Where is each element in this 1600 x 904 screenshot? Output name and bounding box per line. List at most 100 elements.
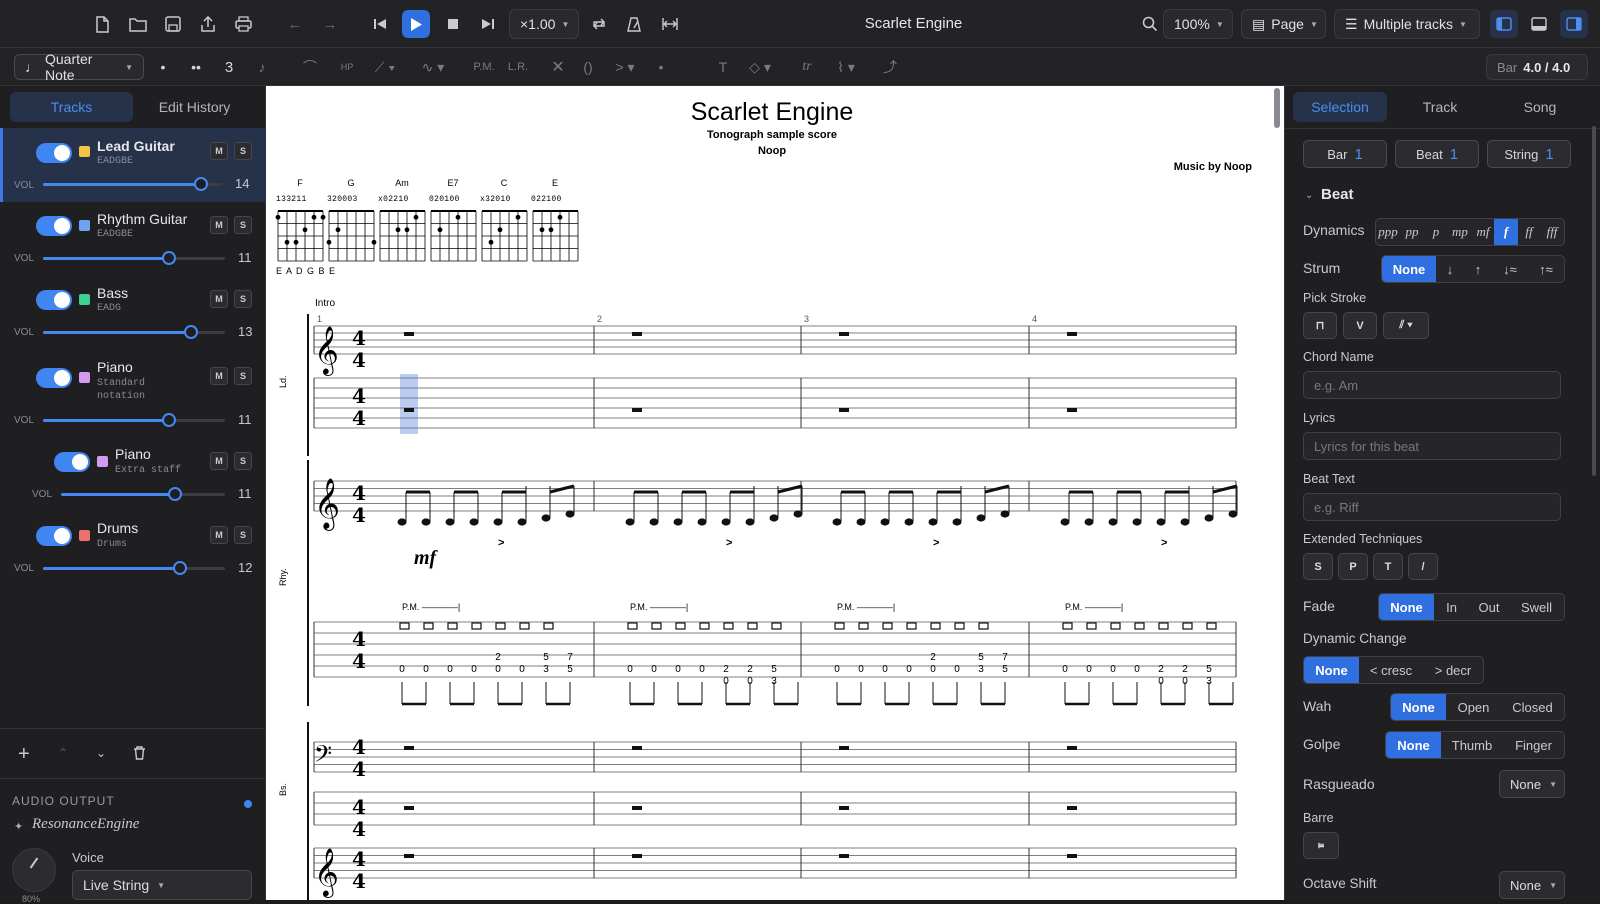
solo-button[interactable]: S xyxy=(234,526,252,544)
dyn-f[interactable]: f xyxy=(1494,219,1518,245)
volume-slider[interactable] xyxy=(43,561,225,575)
barre-icon[interactable]: ⫢ xyxy=(1303,832,1339,859)
volume-slider[interactable] xyxy=(61,487,225,501)
staccato-icon[interactable]: • xyxy=(654,55,668,79)
export-icon[interactable] xyxy=(194,10,222,38)
add-track-icon[interactable]: + xyxy=(18,743,30,766)
select-bar-button[interactable]: Bar 1 xyxy=(1303,140,1387,168)
track-enable-toggle[interactable] xyxy=(54,452,90,472)
duration-select[interactable]: ♩ Quarter Note ▼ xyxy=(14,51,144,83)
pick-up-icon[interactable]: V xyxy=(1343,312,1377,339)
tremolo-picking-icon[interactable]: ⫽ ▾ xyxy=(1383,312,1429,339)
score-canvas[interactable]: Scarlet Engine Tonograph sample score No… xyxy=(266,86,1284,900)
track-row-lead-guitar[interactable]: Lead Guitar EADGBE M S VOL 14 xyxy=(0,128,266,202)
wah-segmented[interactable]: None Open Closed xyxy=(1390,693,1565,721)
golpe-thumb[interactable]: Thumb xyxy=(1441,732,1503,758)
ext-pop-button[interactable]: P xyxy=(1338,553,1368,580)
rasgueado-select[interactable]: None ▼ xyxy=(1499,770,1565,798)
track-row-piano-extra-staff[interactable]: Piano Extra staff M S VOL 11 xyxy=(0,438,266,512)
loop-icon[interactable] xyxy=(585,10,613,38)
beat-text-input[interactable]: e.g. Riff xyxy=(1303,493,1561,521)
hammer-pull-icon[interactable]: HP xyxy=(336,55,358,79)
ext-slide-button[interactable]: / xyxy=(1408,553,1438,580)
mute-button[interactable]: M xyxy=(210,452,228,470)
play-button[interactable] xyxy=(402,10,430,38)
dyn-p[interactable]: p xyxy=(1424,219,1448,245)
wah-open[interactable]: Open xyxy=(1446,694,1501,720)
score-view[interactable]: Scarlet Engine Tonograph sample score No… xyxy=(266,86,1284,900)
palm-mute-button[interactable]: P.M. xyxy=(471,55,497,79)
ext-slap-button[interactable]: S xyxy=(1303,553,1333,580)
track-enable-toggle[interactable] xyxy=(36,216,72,236)
golpe-none[interactable]: None xyxy=(1386,732,1441,758)
wah-closed[interactable]: Closed xyxy=(1501,694,1564,720)
dynchange-decr[interactable]: > decr xyxy=(1423,657,1483,683)
right-panel-toggle-icon[interactable] xyxy=(1560,10,1588,38)
solo-button[interactable]: S xyxy=(234,290,252,308)
vibrato-icon[interactable]: ⌇ ▾ xyxy=(826,55,866,79)
volume-slider[interactable] xyxy=(43,177,223,191)
mute-button[interactable]: M xyxy=(210,367,228,385)
fade-swell[interactable]: Swell xyxy=(1509,594,1564,620)
dyn-ppp[interactable]: ppp xyxy=(1376,219,1400,245)
dynamic-change-segmented[interactable]: None < cresc > decr xyxy=(1303,656,1484,684)
score-scrollbar[interactable] xyxy=(1274,88,1280,128)
trill-button[interactable]: tr xyxy=(797,55,817,79)
panel-scrollbar[interactable] xyxy=(1592,126,1596,476)
volume-slider[interactable] xyxy=(43,251,225,265)
tuplet-button[interactable]: 3 xyxy=(222,55,236,79)
text-tool-icon[interactable]: T xyxy=(714,55,732,79)
skip-forward-icon[interactable] xyxy=(474,10,502,38)
solo-button[interactable]: S xyxy=(234,216,252,234)
open-folder-icon[interactable] xyxy=(124,10,152,38)
playback-speed-select[interactable]: ×1.00 ▼ xyxy=(509,9,579,39)
fade-out[interactable]: Out xyxy=(1469,594,1509,620)
search-icon[interactable] xyxy=(1136,10,1164,38)
tie-icon[interactable]: ⌒ xyxy=(300,55,320,79)
lyrics-input[interactable]: Lyrics for this beat xyxy=(1303,432,1561,460)
strum-down-rasg[interactable]: ↓≈ xyxy=(1492,256,1528,282)
move-up-icon[interactable]: ⌃ xyxy=(58,746,68,760)
select-beat-button[interactable]: Beat 1 xyxy=(1395,140,1479,168)
voice-select[interactable]: Live String ▼ xyxy=(72,870,252,900)
dyn-mf[interactable]: mf xyxy=(1472,219,1494,245)
track-enable-toggle[interactable] xyxy=(36,368,72,388)
fade-in[interactable]: In xyxy=(1434,594,1469,620)
track-enable-toggle[interactable] xyxy=(36,290,72,310)
zoom-select[interactable]: 100% ▼ xyxy=(1163,9,1233,39)
golpe-segmented[interactable]: None Thumb Finger xyxy=(1385,731,1565,759)
strum-down[interactable]: ↓ xyxy=(1436,256,1464,282)
save-icon[interactable] xyxy=(159,10,187,38)
let-ring-button[interactable]: L.R. xyxy=(505,55,531,79)
strum-segmented[interactable]: None ↓ ↑ ↓≈ ↑≈ xyxy=(1381,255,1565,283)
volume-slider[interactable] xyxy=(43,325,225,339)
track-row-bass[interactable]: Bass EADG M S VOL 13 xyxy=(0,276,266,350)
layout-select[interactable]: ▤ Page ▼ xyxy=(1241,9,1326,39)
solo-button[interactable]: S xyxy=(234,142,252,160)
fade-none[interactable]: None xyxy=(1379,594,1434,620)
volume-slider[interactable] xyxy=(43,413,225,427)
dynchange-none[interactable]: None xyxy=(1304,657,1359,683)
dyn-ff[interactable]: ff xyxy=(1518,219,1540,245)
collapse-chevron-icon[interactable]: ⌄ xyxy=(1305,190,1313,201)
dot-icon[interactable]: • xyxy=(156,55,170,79)
skip-back-icon[interactable] xyxy=(366,10,394,38)
bottom-panel-toggle-icon[interactable] xyxy=(1525,10,1553,38)
solo-button[interactable]: S xyxy=(234,367,252,385)
stop-icon[interactable] xyxy=(439,10,467,38)
bend-icon[interactable]: ∿ ▾ xyxy=(414,55,452,79)
wah-none[interactable]: None xyxy=(1391,694,1446,720)
track-enable-toggle[interactable] xyxy=(36,526,72,546)
dynamics-segmented[interactable]: ppp pp p mp mf f ff fff xyxy=(1375,218,1565,246)
undo-icon[interactable]: ← xyxy=(281,10,309,38)
new-file-icon[interactable] xyxy=(88,10,116,38)
track-row-rhythm-guitar[interactable]: Rhythm Guitar EADGBE M S VOL 11 xyxy=(0,202,266,276)
strum-up[interactable]: ↑ xyxy=(1464,256,1492,282)
tab-tracks[interactable]: Tracks xyxy=(10,92,133,122)
chord-name-input[interactable]: e.g. Am xyxy=(1303,371,1561,399)
slide-icon[interactable]: ⟋ ▾ xyxy=(368,55,402,79)
track-mode-select[interactable]: ☰ Multiple tracks ▼ xyxy=(1334,9,1480,39)
octave-shift-select[interactable]: None ▼ xyxy=(1499,871,1565,899)
whammy-icon[interactable]: ⤴ xyxy=(880,55,900,79)
strum-none[interactable]: None xyxy=(1382,256,1436,282)
